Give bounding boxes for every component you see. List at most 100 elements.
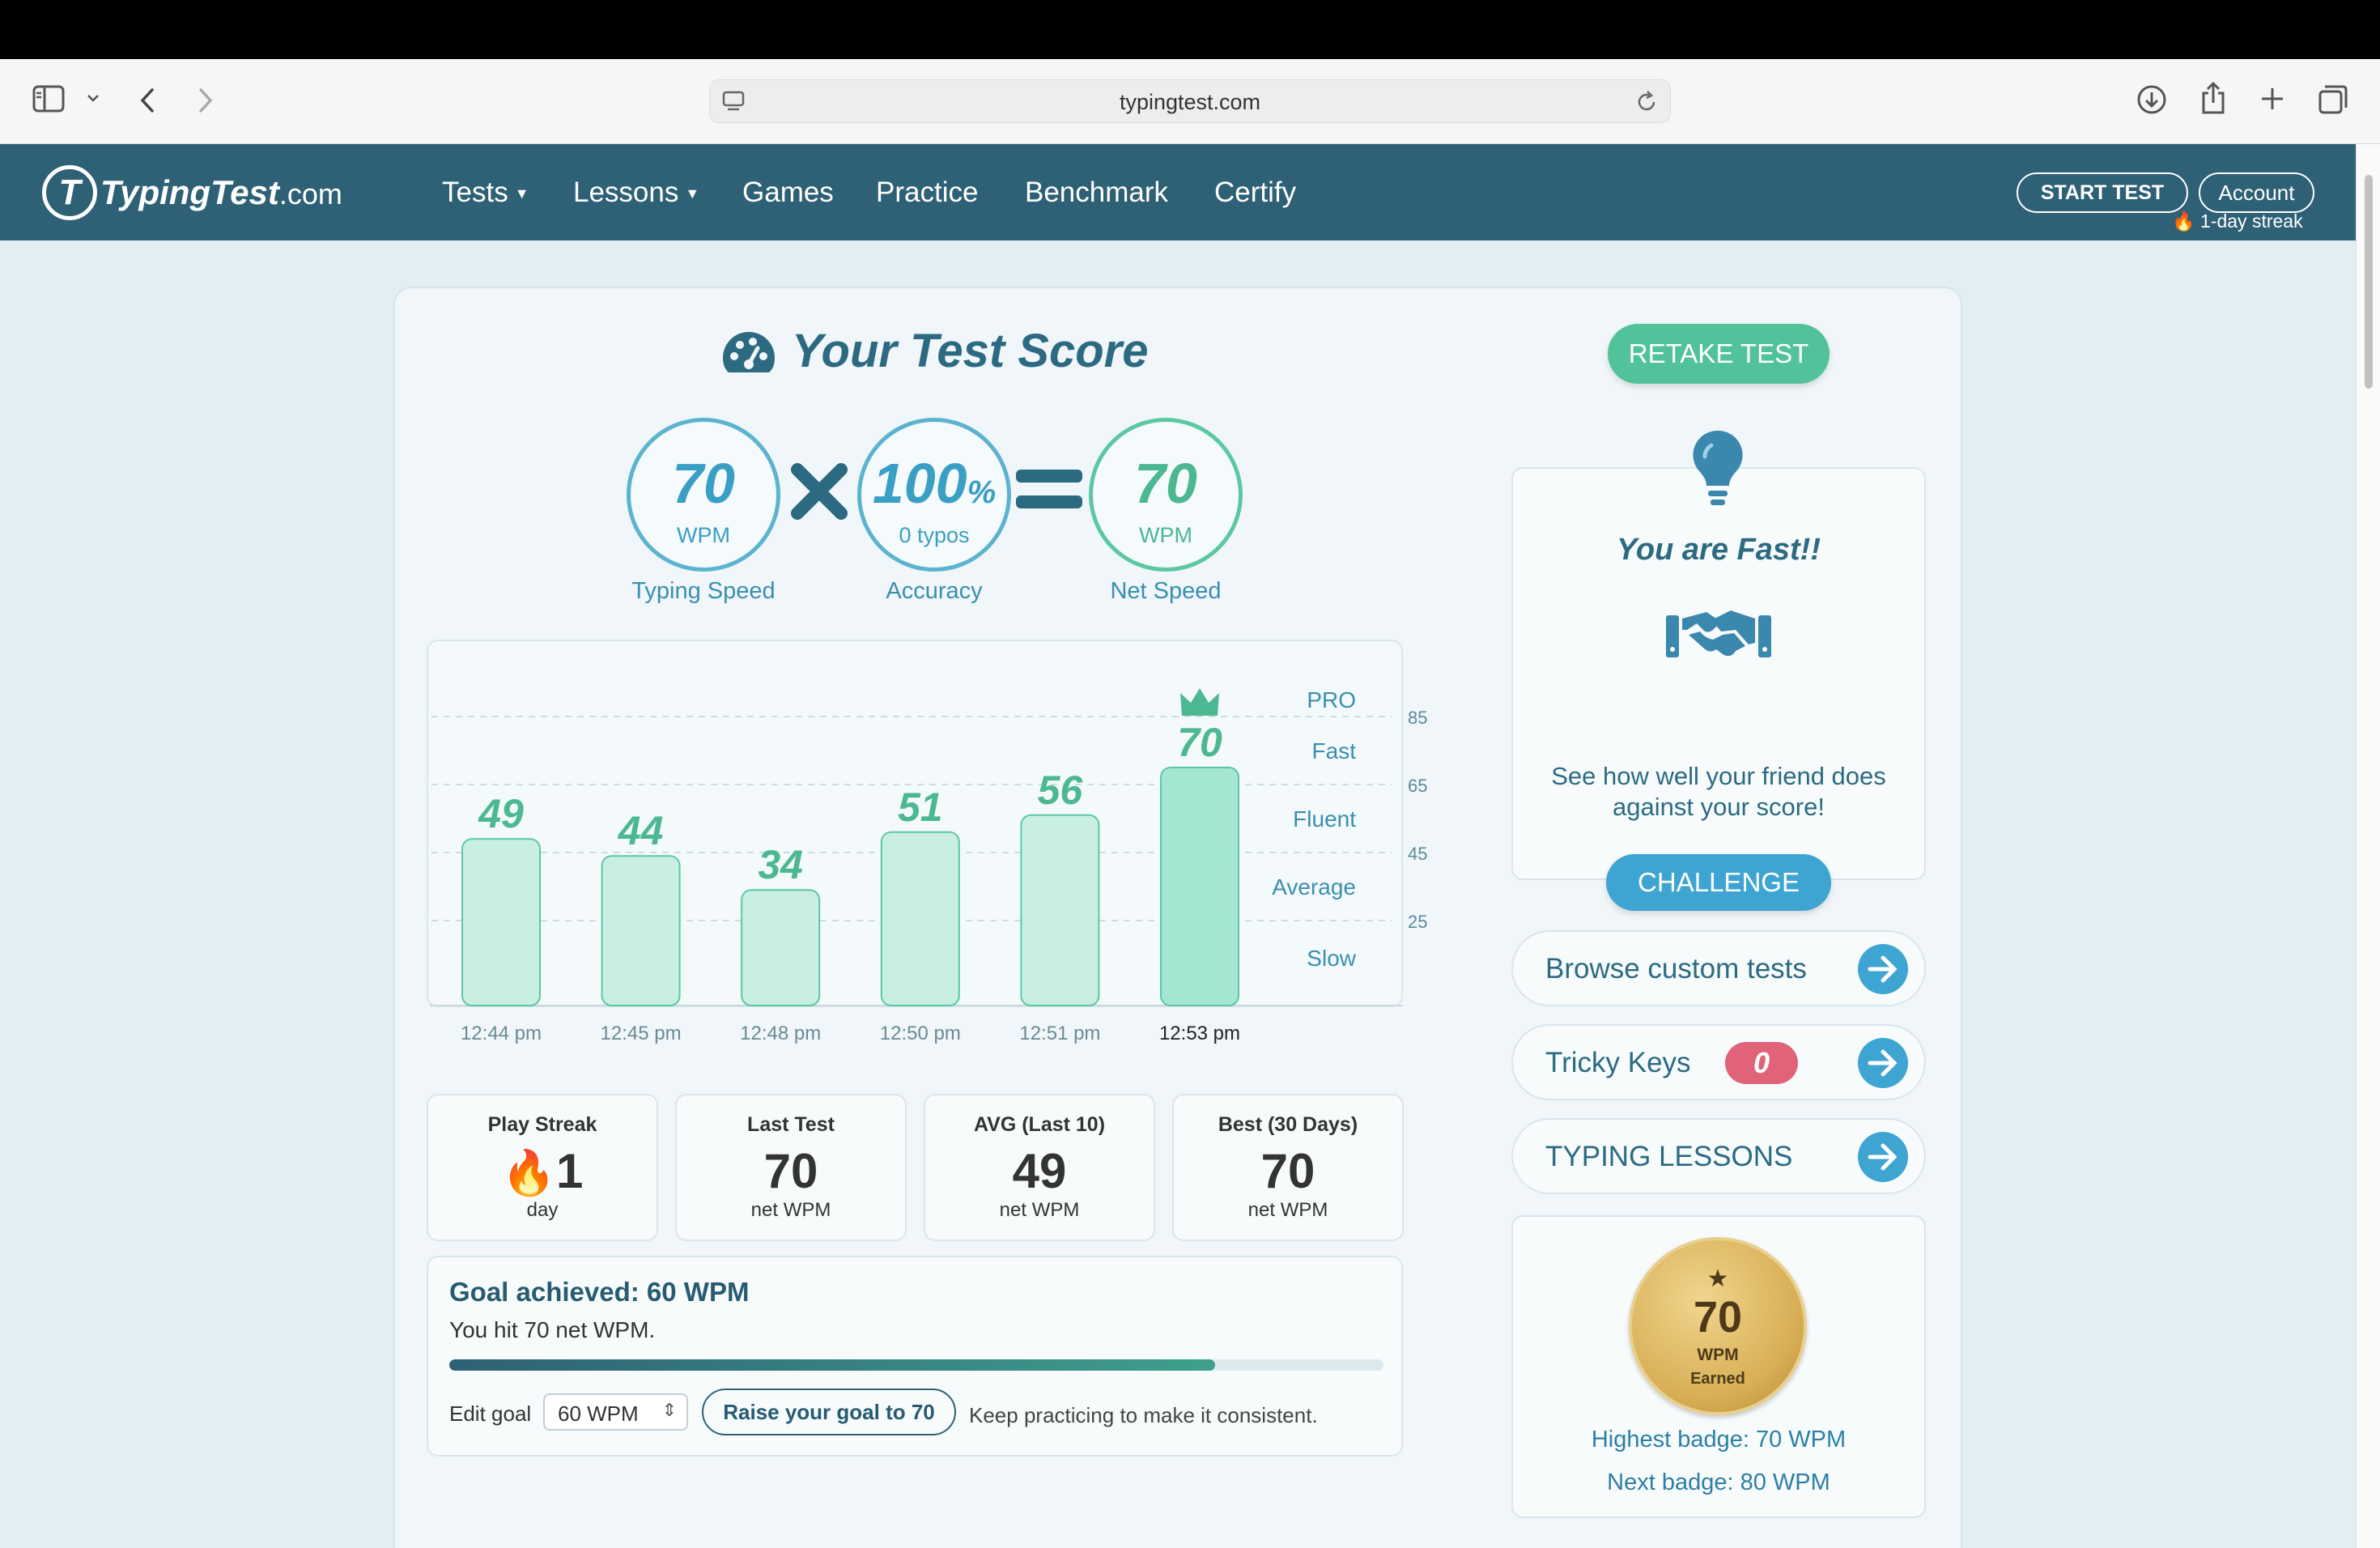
arrow-right-icon[interactable]	[1858, 1132, 1908, 1182]
tricky-keys-count: 0	[1725, 1042, 1798, 1084]
nav-benchmark[interactable]: Benchmark	[1025, 176, 1168, 209]
logo-mark-icon: T	[42, 165, 97, 220]
caret-down-icon: ▼	[685, 185, 700, 202]
goal-progress-fill	[449, 1359, 1216, 1371]
goal-title: Goal achieved: 60 WPM	[449, 1277, 750, 1307]
multiply-icon	[789, 461, 849, 525]
site-logo[interactable]: T TypingTest.com	[42, 165, 342, 220]
highest-badge-text: Highest badge: 70 WPM	[1591, 1427, 1847, 1452]
share-icon[interactable]	[2199, 80, 2228, 119]
lightbulb-icon	[1689, 427, 1747, 512]
wpm-medal: ★ 70 WPM Earned	[1629, 1237, 1807, 1415]
browse-custom-tests-link[interactable]: Browse custom tests	[1511, 930, 1926, 1006]
bar	[1160, 767, 1239, 1006]
wpm-history-plot: 85 65 45 25 PRO Fast Fluent Average Slow 49 12:44 …	[430, 687, 1427, 1044]
goal-tip: Keep practicing to make it consistent.	[969, 1403, 1318, 1427]
browser-toolbar: typingtest.com	[0, 59, 2380, 144]
bar	[601, 855, 681, 1007]
net-speed-circle: 70 WPM	[1089, 418, 1243, 572]
next-badge-text: Next badge: 80 WPM	[1607, 1469, 1830, 1495]
raise-goal-button[interactable]: Raise your goal to 70	[702, 1389, 956, 1435]
fire-icon: 🔥	[501, 1149, 556, 1197]
y-tick-label: 85	[1408, 708, 1427, 728]
arrow-right-icon[interactable]	[1858, 944, 1908, 994]
x-tick-label: 12:45 pm	[601, 1023, 682, 1044]
score-title: Your Test Score	[719, 324, 1149, 378]
x-tick-label: 12:44 pm	[461, 1023, 542, 1044]
tricky-keys-link[interactable]: Tricky Keys 0	[1511, 1024, 1926, 1100]
typing-speed-circle: 70 WPM	[627, 418, 780, 572]
accuracy-circle: 100% 0 typos	[857, 418, 1011, 572]
start-test-button[interactable]: START TEST	[2017, 172, 2188, 213]
streak-indicator: 🔥 1-day streak	[2172, 211, 2303, 232]
stat-best-30-days: Best (30 Days) 70 net WPM	[1172, 1094, 1404, 1241]
page-scrollbar[interactable]	[2356, 144, 2380, 1548]
site-navbar: T TypingTest.com Tests ▼ Lessons ▼ Games P…	[0, 144, 2356, 240]
stat-last-test: Last Test 70 net WPM	[675, 1094, 907, 1241]
bar-value-label: 51	[898, 785, 943, 830]
speed-band-label: Average	[1272, 874, 1356, 899]
bar-value-label: 44	[618, 808, 664, 853]
net-speed-label: Net Speed	[1110, 578, 1222, 604]
bar	[741, 889, 821, 1007]
goal-subtitle: You hit 70 net WPM.	[449, 1317, 656, 1342]
bar	[1020, 814, 1100, 1006]
x-tick-label: 12:48 pm	[740, 1023, 821, 1044]
goal-select[interactable]: 60 WPM ⇕	[543, 1393, 688, 1431]
speed-band-label: Fluent	[1293, 806, 1356, 831]
typing-lessons-link[interactable]: TYPING LESSONS	[1511, 1118, 1926, 1194]
nav-tests[interactable]: Tests ▼	[442, 176, 529, 209]
stat-avg-last-10: AVG (Last 10) 49 net WPM	[924, 1094, 1155, 1241]
bar	[461, 838, 541, 1006]
account-button[interactable]: Account	[2199, 172, 2314, 213]
reload-icon[interactable]	[1634, 90, 1659, 117]
arrow-right-icon[interactable]	[1858, 1038, 1908, 1088]
tab-overview-icon[interactable]	[2317, 83, 2349, 119]
nav-lessons[interactable]: Lessons ▼	[573, 176, 699, 209]
crown-icon	[1180, 688, 1219, 716]
speed-band-label: Fast	[1312, 738, 1357, 763]
y-tick-label: 45	[1408, 844, 1427, 864]
star-icon: ★	[1706, 1265, 1729, 1292]
sidebar-toggle-icon[interactable]	[32, 85, 65, 116]
accuracy-label: Accuracy	[886, 578, 983, 604]
retake-test-button[interactable]: RETAKE TEST	[1608, 324, 1830, 384]
x-tick-label: 12:50 pm	[880, 1023, 961, 1044]
bar-value-label: 56	[1038, 768, 1084, 813]
speed-band-label: PRO	[1307, 687, 1356, 712]
goal-panel: Goal achieved: 60 WPM You hit 70 net WPM…	[427, 1256, 1403, 1457]
handshake-icon	[1664, 598, 1773, 678]
nav-certify[interactable]: Certify	[1214, 176, 1296, 209]
url-text: typingtest.com	[1119, 90, 1261, 114]
caret-down-icon: ▼	[514, 185, 529, 202]
fast-description: See how well your friend does against yo…	[1551, 762, 1886, 821]
new-tab-icon[interactable]	[2259, 85, 2286, 116]
address-bar[interactable]: typingtest.com	[709, 79, 1671, 123]
scrollbar-thumb[interactable]	[2365, 175, 2373, 389]
menu-bar-blackout	[0, 0, 2380, 59]
bar-value-label: 34	[758, 842, 803, 887]
updown-chevron-icon: ⇕	[661, 1400, 677, 1420]
edit-goal-label: Edit goal	[449, 1401, 532, 1426]
challenge-button[interactable]: CHALLENGE	[1606, 854, 1831, 911]
speed-band-label: Slow	[1307, 946, 1356, 971]
chevron-down-icon[interactable]	[86, 91, 100, 107]
typing-speed-label: Typing Speed	[631, 578, 776, 604]
logo-text: TypingTest.com	[100, 173, 342, 211]
goal-progress-bar	[449, 1359, 1383, 1371]
bar	[880, 831, 960, 1006]
x-tick-label: 12:53 pm	[1159, 1023, 1240, 1044]
speedometer-icon	[723, 331, 775, 372]
download-icon[interactable]	[2136, 83, 2168, 119]
nav-practice[interactable]: Practice	[876, 176, 978, 209]
back-icon[interactable]	[138, 87, 157, 117]
y-tick-label: 65	[1408, 776, 1427, 796]
bar-value-label: 49	[478, 791, 524, 836]
x-tick-label: 12:51 pm	[1019, 1023, 1100, 1044]
equals-icon	[1014, 468, 1084, 516]
nav-games[interactable]: Games	[742, 176, 834, 209]
y-tick-label: 25	[1408, 912, 1427, 932]
forward-icon[interactable]	[196, 87, 215, 117]
stat-play-streak: Play Streak 🔥1 day	[427, 1094, 658, 1241]
bar-value-label: 70	[1177, 720, 1222, 765]
